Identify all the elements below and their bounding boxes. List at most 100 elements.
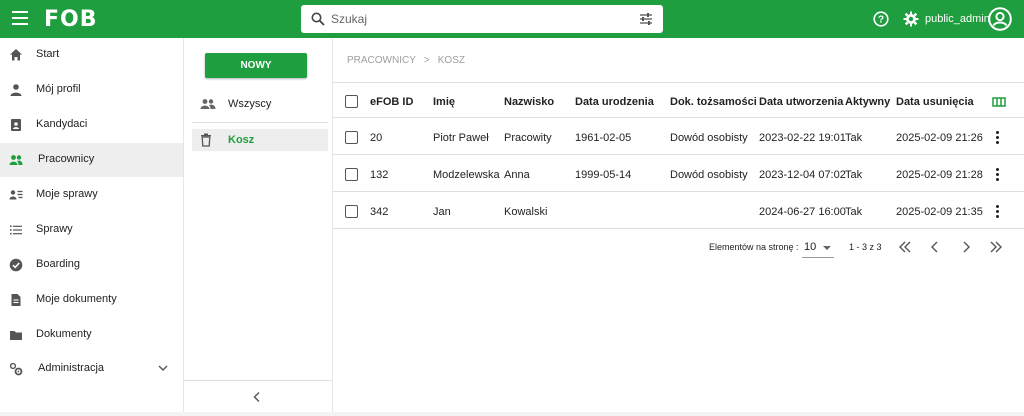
sidebar-item-kandydaci[interactable]: Kandydaci: [0, 108, 183, 142]
cell-data-urodzenia: 1961-02-05: [575, 132, 632, 144]
cell-dok-tozsamosci: Dowód osobisty: [670, 169, 748, 181]
breadcrumb-separator: >: [423, 55, 430, 66]
column-header-data-utworzenia[interactable]: Data utworzenia: [759, 96, 843, 108]
top-bar: FOB ? public_admin: [0, 0, 1024, 38]
folder-label: Kosz: [228, 134, 255, 146]
sidebar-item-label: Dokumenty: [36, 328, 92, 340]
select-all-checkbox[interactable]: [345, 95, 358, 108]
more-vert-icon[interactable]: [994, 131, 1000, 145]
username[interactable]: public_admin: [925, 13, 990, 25]
cell-data-usuniecia: 2025-02-09 21:28: [896, 169, 983, 181]
sidebar-item-label: Sprawy: [36, 223, 73, 235]
new-button[interactable]: NOWY: [205, 53, 307, 78]
divider: [192, 122, 328, 123]
app-logo[interactable]: FOB: [44, 7, 98, 32]
divider: [184, 380, 332, 381]
person-icon: [10, 84, 22, 96]
more-vert-icon[interactable]: [994, 168, 1000, 182]
row-checkbox[interactable]: [345, 168, 358, 181]
sidebar-item-moje-sprawy[interactable]: Moje sprawy: [0, 178, 183, 212]
last-page-icon[interactable]: [988, 240, 1004, 254]
cell-aktywny: Tak: [845, 132, 863, 144]
people-icon: [9, 155, 23, 165]
cell-nazwisko: Anna: [504, 169, 530, 181]
sidebar-item-sprawy[interactable]: Sprawy: [0, 213, 183, 247]
folder-panel: NOWY Wszyscy Kosz: [184, 38, 333, 416]
cell-efob-id: 342: [370, 206, 389, 218]
sidebar-item-administracja[interactable]: Administracja: [0, 352, 183, 386]
folder-icon: [10, 331, 22, 340]
cell-data-usuniecia: 2025-02-09 21:26: [896, 132, 983, 144]
per-page-label: Elementów na stronę :: [709, 242, 799, 252]
cell-nazwisko: Pracowity: [504, 132, 552, 144]
cell-aktywny: Tak: [845, 206, 863, 218]
gear-icon[interactable]: [903, 11, 919, 27]
cell-imie: Jan: [433, 206, 451, 218]
cell-data-utworzenia: 2023-02-22 19:01: [759, 132, 846, 144]
previous-page-icon[interactable]: [927, 240, 943, 254]
breadcrumb-root[interactable]: PRACOWNICY: [347, 55, 416, 66]
sidebar-item-moj-profil[interactable]: Mój profil: [0, 73, 183, 107]
cell-imie: Piotr Paweł: [433, 132, 489, 144]
sidebar-item-dokumenty[interactable]: Dokumenty: [0, 318, 183, 352]
menu-icon[interactable]: [12, 11, 28, 25]
search-icon: [311, 12, 325, 26]
sidebar-item-label: Kandydaci: [36, 118, 88, 130]
per-page-select[interactable]: 10: [802, 236, 834, 258]
column-header-aktywny[interactable]: Aktywny: [845, 96, 890, 108]
chevron-left-icon[interactable]: [252, 391, 262, 403]
column-header-efob-id[interactable]: eFOB ID: [370, 96, 413, 108]
trash-icon: [201, 133, 211, 147]
account-avatar-icon[interactable]: [988, 7, 1012, 31]
sidebar-item-start[interactable]: Start: [0, 38, 183, 72]
sidebar-item-label: Pracownicy: [38, 153, 95, 165]
columns-icon[interactable]: [992, 96, 1006, 108]
person-list-icon: [9, 190, 23, 200]
row-checkbox[interactable]: [345, 205, 358, 218]
column-header-dok-tozsamosci[interactable]: Dok. tożsamości: [670, 96, 757, 108]
row-checkbox[interactable]: [345, 131, 358, 144]
help-icon[interactable]: ?: [873, 11, 889, 27]
tune-icon[interactable]: [639, 12, 653, 26]
dropdown-arrow-icon: [823, 246, 831, 250]
breadcrumb-current: KOSZ: [437, 55, 465, 66]
people-icon: [200, 99, 216, 109]
bottom-strip: [0, 412, 1024, 416]
sidebar-item-pracownicy[interactable]: Pracownicy: [0, 143, 183, 177]
search-box[interactable]: [301, 5, 663, 33]
sidebar-item-label: Mój profil: [36, 83, 81, 95]
sidebar-item-label: Moje dokumenty: [36, 293, 117, 305]
cell-data-utworzenia: 2023-12-04 07:02: [759, 169, 846, 181]
cell-imie: Modzelewska: [433, 169, 500, 181]
folder-kosz[interactable]: Kosz: [192, 129, 328, 151]
cell-data-urodzenia: 1999-05-14: [575, 169, 632, 181]
breadcrumb: PRACOWNICY > KOSZ: [347, 55, 465, 66]
column-header-data-usuniecia[interactable]: Data usunięcia: [896, 96, 974, 108]
sidebar-item-label: Moje sprawy: [36, 188, 98, 200]
column-header-data-urodzenia[interactable]: Data urodzenia: [575, 96, 654, 108]
search-input[interactable]: [331, 9, 621, 29]
sidebar-item-label: Start: [36, 48, 60, 60]
cell-aktywny: Tak: [845, 169, 863, 181]
folder-wszyscy[interactable]: Wszyscy: [192, 93, 328, 115]
badge-icon: [11, 119, 21, 131]
cell-dok-tozsamosci: Dowód osobisty: [670, 132, 748, 144]
sidebar-item-moje-dokumenty[interactable]: Moje dokumenty: [0, 283, 183, 317]
first-page-icon[interactable]: [897, 240, 913, 254]
chevron-down-icon[interactable]: [158, 364, 168, 372]
document-icon: [11, 294, 21, 306]
more-vert-icon[interactable]: [994, 205, 1000, 219]
divider: [333, 117, 1024, 118]
list-icon: [10, 225, 22, 235]
cell-data-usuniecia: 2025-02-09 21:35: [896, 206, 983, 218]
column-header-nazwisko[interactable]: Nazwisko: [504, 96, 554, 108]
divider: [333, 228, 1024, 229]
next-page-icon[interactable]: [958, 240, 974, 254]
settings-cogs-icon: [9, 362, 23, 376]
main-content: PRACOWNICY > KOSZ eFOB ID Imię Nazwisko Da…: [333, 38, 1024, 416]
column-header-imie[interactable]: Imię: [433, 96, 455, 108]
sidebar-item-label: Boarding: [36, 258, 81, 270]
sidebar-item-boarding[interactable]: Boarding: [0, 248, 183, 282]
folder-label: Wszyscy: [228, 98, 272, 110]
cell-nazwisko: Kowalski: [504, 206, 548, 218]
